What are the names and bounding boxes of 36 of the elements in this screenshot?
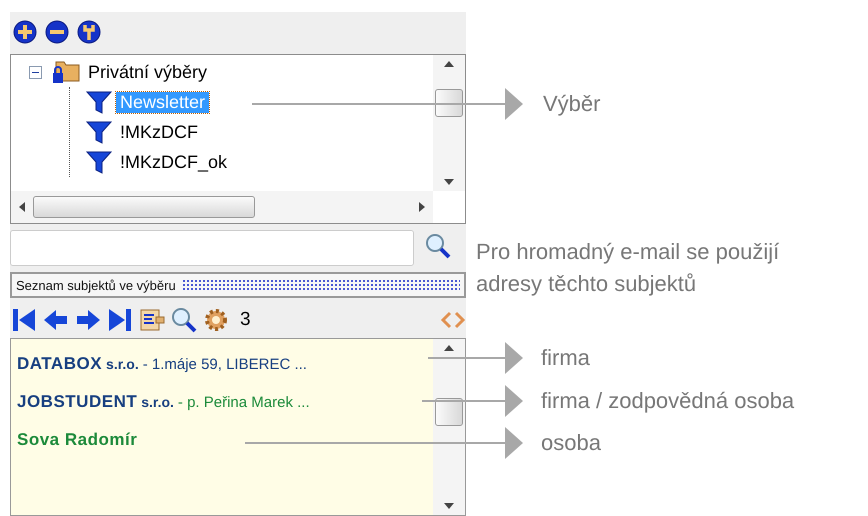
subject-item[interactable]: DATABOX s.r.o. - 1.máje 59, LIBEREC ... <box>17 345 427 383</box>
search-icon[interactable] <box>170 306 198 334</box>
annotation-note: Pro hromadný e-mail se použijí adresy těchto subjektů <box>476 238 780 298</box>
locked-folder-icon <box>52 59 80 85</box>
annotation-label: firma <box>541 345 590 371</box>
scroll-down-arrow[interactable] <box>444 179 454 185</box>
funnel-icon <box>86 89 112 115</box>
scrollbar-thumb[interactable] <box>33 196 255 218</box>
search-field[interactable] <box>10 230 414 266</box>
funnel-icon <box>86 149 112 175</box>
subject-item[interactable]: JOBSTUDENT s.r.o. - p. Peřina Marek ... <box>17 383 427 421</box>
scroll-down-arrow[interactable] <box>444 503 454 509</box>
subject-item[interactable]: Sova Radomír <box>17 421 427 459</box>
scroll-up-arrow[interactable] <box>444 345 454 351</box>
record-count: 3 <box>240 309 251 331</box>
scroll-right-arrow[interactable] <box>419 202 425 212</box>
gear-icon[interactable] <box>202 306 230 334</box>
funnel-icon <box>86 119 112 145</box>
search-icon[interactable] <box>424 232 452 260</box>
add-icon[interactable] <box>13 20 37 44</box>
wrench-icon[interactable] <box>77 20 101 44</box>
collapse-toggle[interactable] <box>29 66 42 78</box>
first-record-icon[interactable] <box>10 306 38 334</box>
annotation-label: Výběr <box>543 91 600 117</box>
list-header-title: Seznam subjektů ve výběru <box>16 278 176 292</box>
annotation-label: firma / zodpovědná osoba <box>541 388 794 414</box>
scroll-up-arrow[interactable] <box>444 61 454 67</box>
tree-item[interactable]: !MKzDCF <box>116 122 202 142</box>
tree-item[interactable]: Privátní výběry <box>84 62 212 82</box>
tree-item[interactable]: !MKzDCF_ok <box>116 152 232 172</box>
scrollbar-thumb[interactable] <box>435 398 463 426</box>
last-record-icon[interactable] <box>106 306 134 334</box>
remove-icon[interactable] <box>45 20 69 44</box>
scroll-left-arrow[interactable] <box>19 202 25 212</box>
scrollbar-thumb[interactable] <box>435 89 463 117</box>
annotation-label: osoba <box>541 430 601 456</box>
